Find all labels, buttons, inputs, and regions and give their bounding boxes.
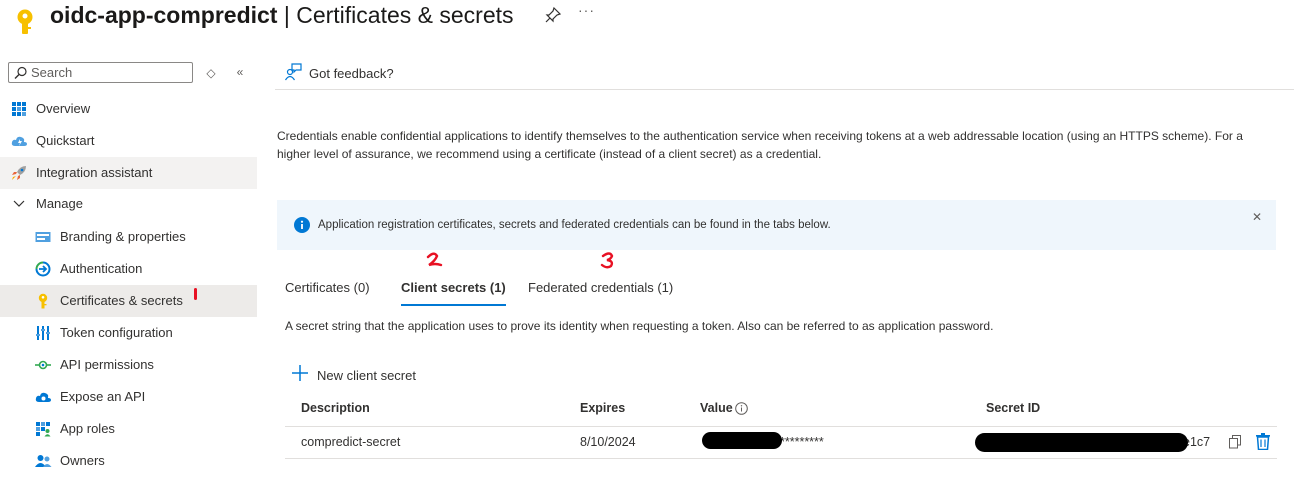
secret-expires-cell: 8/10/2024 bbox=[580, 435, 636, 449]
credentials-description: Credentials enable confidential applicat… bbox=[277, 129, 1243, 161]
sidebar-group-manage[interactable]: Manage bbox=[0, 188, 257, 220]
column-header-value: Value bbox=[700, 401, 748, 415]
redaction-mark bbox=[702, 432, 782, 449]
pin-icon[interactable] bbox=[544, 6, 562, 24]
api-permissions-icon bbox=[35, 357, 51, 373]
column-header-description: Description bbox=[301, 401, 370, 415]
feedback-icon bbox=[284, 63, 302, 84]
chevron-down-icon bbox=[12, 196, 28, 212]
info-circle-icon[interactable] bbox=[735, 402, 748, 418]
sidebar-item-owners[interactable]: Owners bbox=[0, 445, 257, 477]
red-annotation-mark bbox=[194, 288, 197, 300]
page-title: oidc-app-compredict | Certificates & sec… bbox=[50, 0, 514, 30]
sidebar-item-expose-api[interactable]: Expose an API bbox=[0, 381, 257, 413]
cloud-quickstart-icon bbox=[11, 133, 27, 149]
title-separator: | bbox=[277, 2, 297, 28]
branding-card-icon bbox=[35, 229, 51, 245]
sidebar-item-label: API permissions bbox=[60, 357, 154, 372]
info-message-bar: Application registration certificates, s… bbox=[277, 200, 1276, 250]
cloud-api-icon bbox=[35, 389, 51, 405]
page-name: Certificates & secrets bbox=[296, 2, 514, 28]
more-options-icon[interactable]: ··· bbox=[578, 2, 595, 18]
plus-icon bbox=[291, 364, 309, 385]
collapse-sidebar-icon[interactable]: « bbox=[232, 64, 248, 80]
token-bars-icon bbox=[35, 325, 51, 341]
sidebar-item-label: Quickstart bbox=[36, 133, 95, 148]
search-icon bbox=[14, 66, 27, 79]
column-header-expires: Expires bbox=[580, 401, 626, 415]
app-name: oidc-app-compredict bbox=[50, 2, 278, 28]
redaction-mark bbox=[975, 433, 1188, 452]
client-secret-description: A secret string that the application use… bbox=[285, 319, 994, 333]
search-input[interactable] bbox=[31, 64, 189, 81]
authentication-icon bbox=[35, 261, 51, 277]
key-app-icon bbox=[12, 8, 38, 36]
tab-federated-credentials[interactable]: Federated credentials (1) bbox=[528, 280, 673, 304]
sidebar-item-api-permissions[interactable]: API permissions bbox=[0, 349, 257, 381]
column-header-secret-id: Secret ID bbox=[986, 401, 1041, 415]
toolbar-divider bbox=[275, 89, 1294, 90]
secret-description-cell: compredict-secret bbox=[301, 435, 401, 449]
close-icon[interactable]: ✕ bbox=[1252, 210, 1262, 224]
feedback-label: Got feedback? bbox=[309, 66, 394, 81]
sidebar-item-label: Authentication bbox=[60, 261, 143, 276]
sidebar-item-integration-assistant[interactable]: Integration assistant bbox=[0, 157, 257, 189]
sidebar-item-label: Manage bbox=[36, 196, 83, 211]
expand-collapse-icon[interactable]: ◇ bbox=[203, 65, 219, 81]
owners-icon bbox=[35, 453, 52, 469]
sidebar-search[interactable] bbox=[8, 62, 193, 83]
rocket-icon bbox=[11, 165, 27, 181]
sidebar-item-label: Token configuration bbox=[60, 325, 173, 340]
sidebar-item-label: Overview bbox=[36, 101, 91, 116]
sidebar-item-quickstart[interactable]: Quickstart bbox=[0, 125, 257, 157]
secret-value-cell: ********* bbox=[780, 435, 824, 449]
table-row-divider bbox=[285, 458, 1277, 459]
sidebar-item-label: Integration assistant bbox=[36, 165, 153, 180]
sidebar-item-label: Owners bbox=[60, 453, 105, 468]
sidebar-item-branding[interactable]: Branding & properties bbox=[0, 221, 257, 253]
sidebar-item-overview[interactable]: Overview bbox=[0, 93, 257, 125]
sidebar-item-token-configuration[interactable]: Token configuration bbox=[0, 317, 257, 349]
info-icon bbox=[294, 217, 310, 236]
sidebar-item-label: Certificates & secrets bbox=[60, 293, 183, 308]
copy-icon[interactable] bbox=[1229, 435, 1242, 452]
red-annotation-mark bbox=[600, 252, 618, 273]
sidebar-item-app-roles[interactable]: App roles bbox=[0, 413, 257, 445]
red-annotation-mark bbox=[425, 252, 445, 273]
sidebar-item-label: Expose an API bbox=[60, 389, 146, 404]
tab-certificates[interactable]: Certificates (0) bbox=[285, 280, 370, 304]
sidebar-item-label: Branding & properties bbox=[60, 229, 186, 244]
column-header-value-label: Value bbox=[700, 401, 733, 415]
tab-client-secrets[interactable]: Client secrets (1) bbox=[401, 280, 506, 306]
sidebar-item-certificates-secrets[interactable]: Certificates & secrets bbox=[0, 285, 257, 317]
sidebar-item-label: App roles bbox=[60, 421, 115, 436]
new-client-secret-label: New client secret bbox=[317, 368, 416, 383]
delete-icon[interactable] bbox=[1256, 433, 1270, 453]
overview-grid-icon bbox=[11, 101, 27, 117]
sidebar-item-authentication[interactable]: Authentication bbox=[0, 253, 257, 285]
info-message: Application registration certificates, s… bbox=[318, 219, 831, 231]
app-roles-icon bbox=[35, 421, 51, 437]
key-icon bbox=[35, 293, 51, 309]
